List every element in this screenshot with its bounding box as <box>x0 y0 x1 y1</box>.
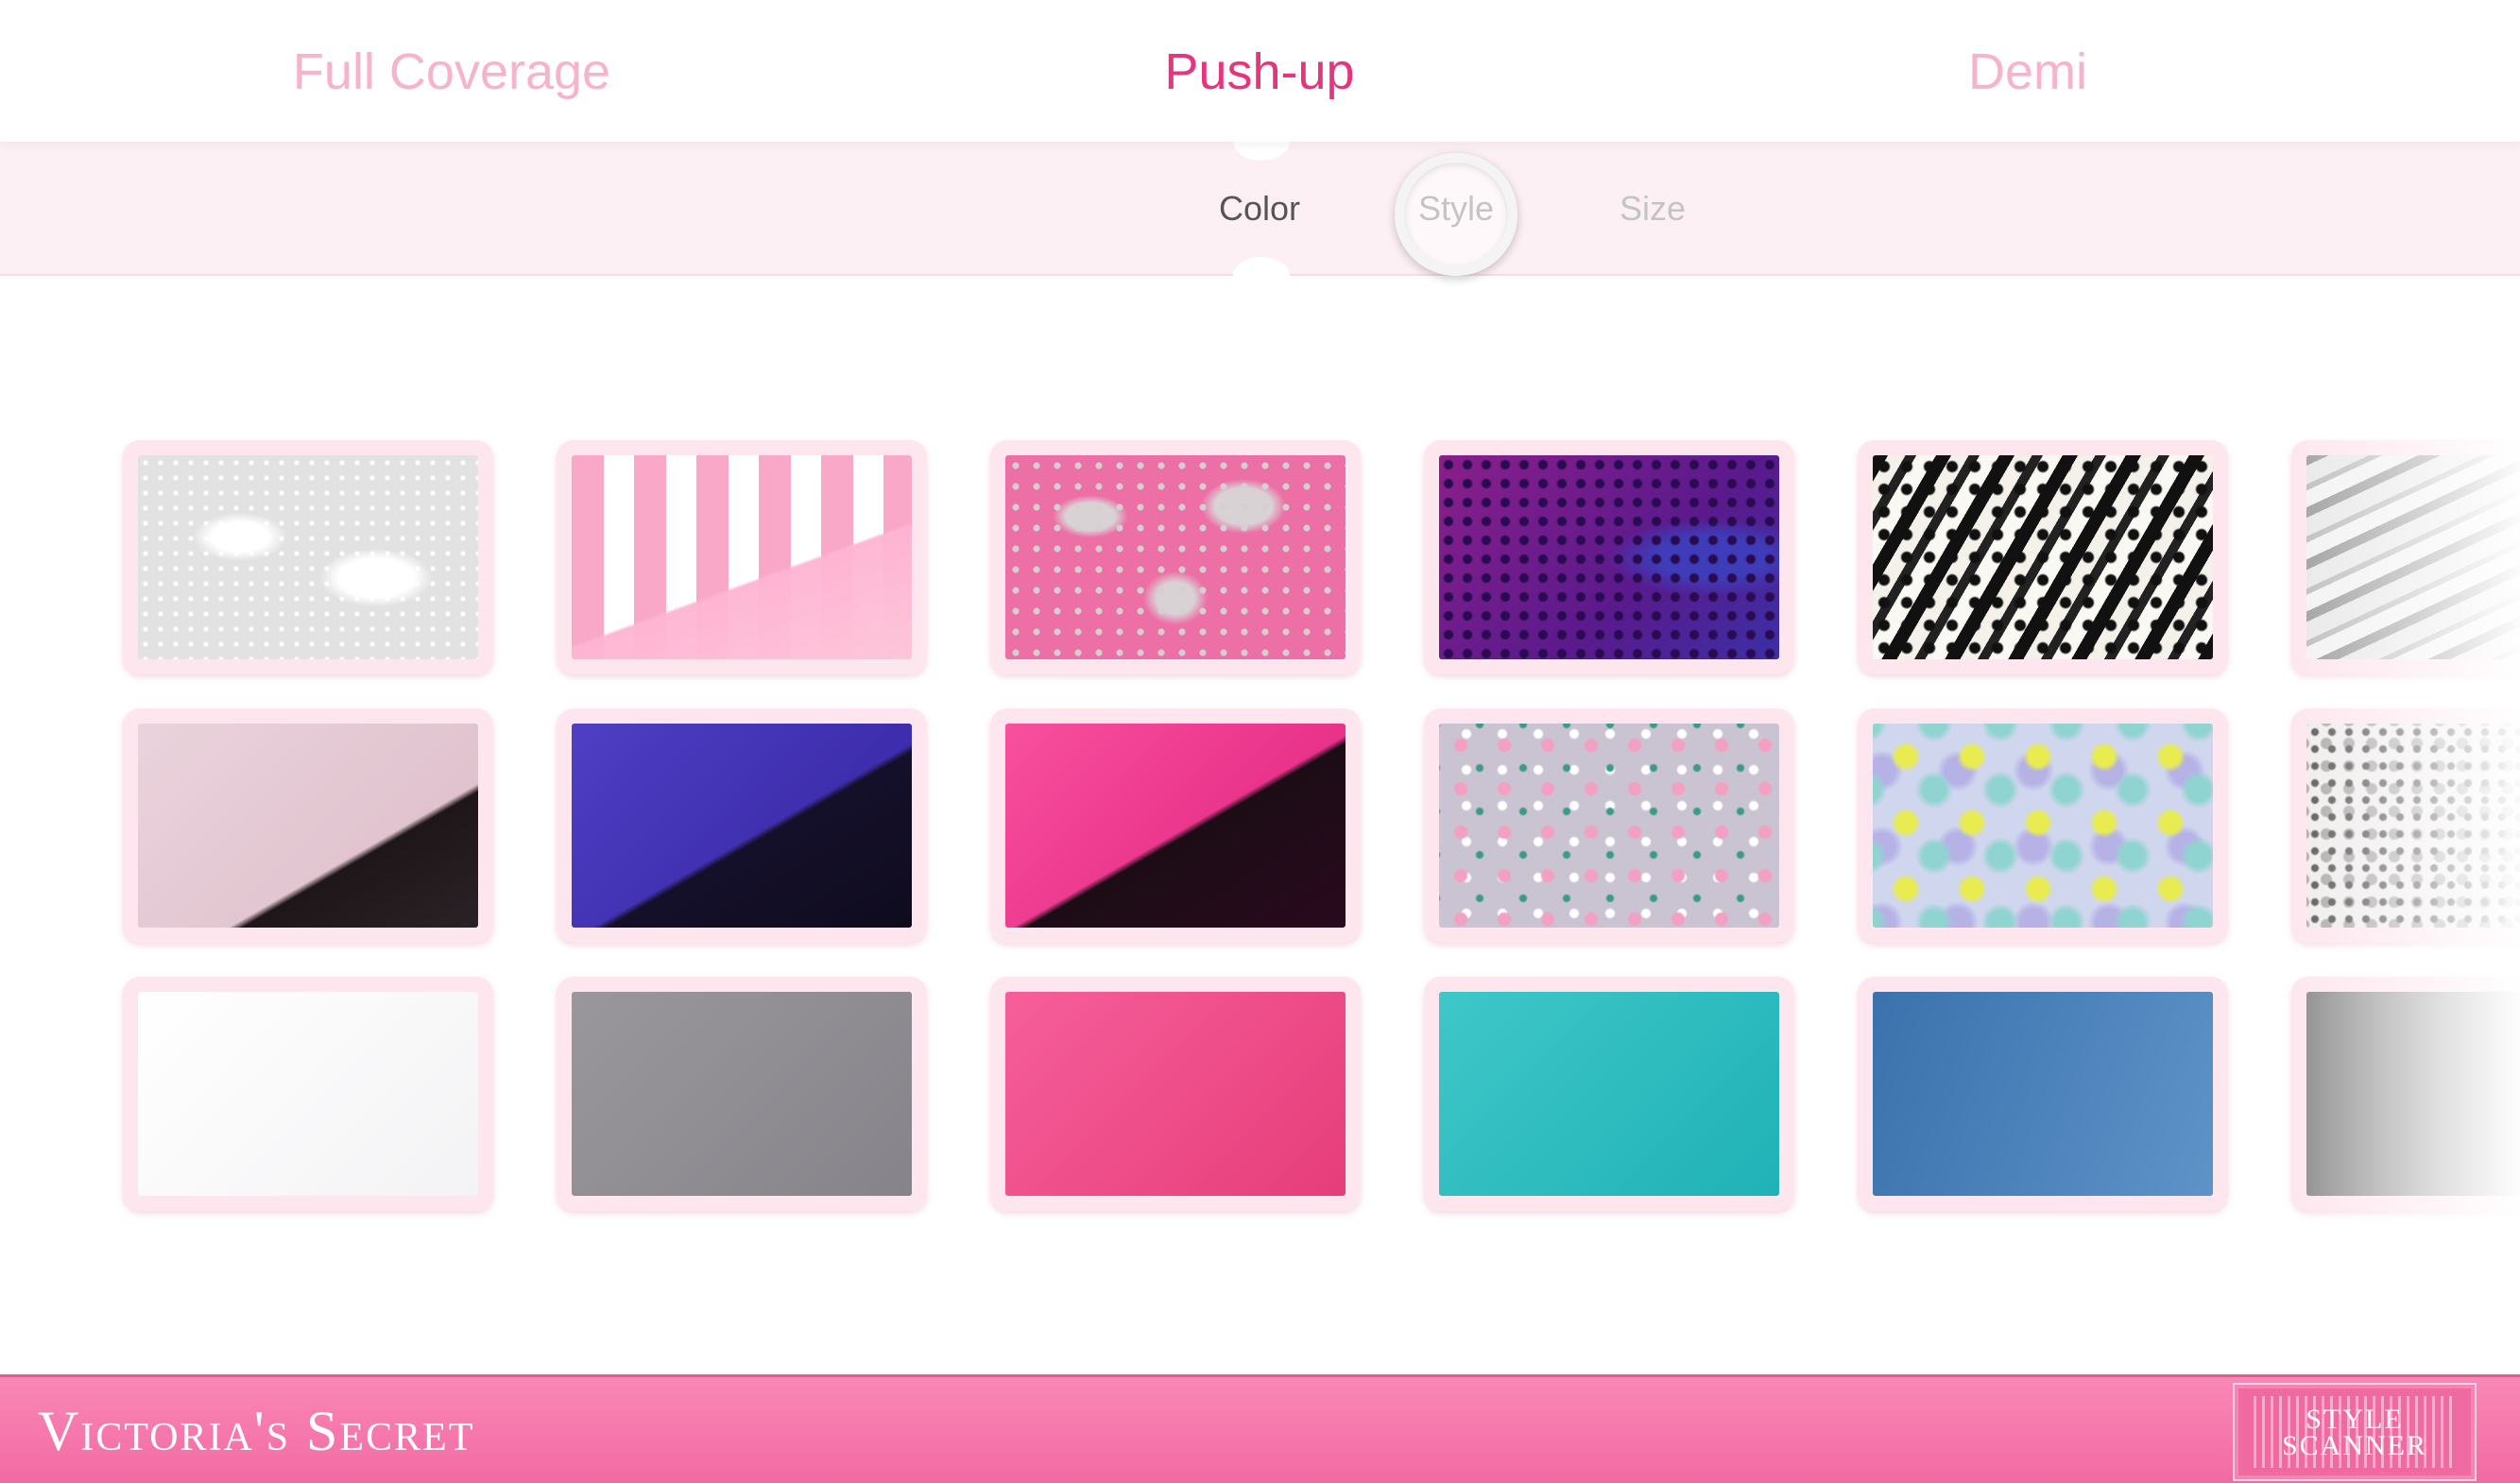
active-indicator-notch-bottom <box>1233 257 1290 295</box>
swatch-purple-lace[interactable] <box>1424 440 1794 674</box>
category-tab-bar: Full Coverage Push-up Demi <box>0 0 2520 142</box>
blush-black-lace-image <box>138 724 478 928</box>
brand-logo: Victoria's Secret <box>38 1400 475 1462</box>
leopard-image <box>2306 724 2520 928</box>
tab-push-up[interactable]: Push-up <box>929 36 1590 108</box>
white-solid-image <box>138 992 478 1196</box>
teal-solid-image <box>1439 992 1779 1196</box>
swatch-grey-solid[interactable] <box>557 977 927 1211</box>
swatch-lavender-floral[interactable] <box>1424 708 1794 943</box>
swatch-silver-zebra[interactable] <box>2291 440 2520 674</box>
style-scanner-button[interactable]: STYLE SCANNER <box>2233 1383 2477 1481</box>
swatch-teal-solid[interactable] <box>1424 977 1794 1211</box>
silver-solid-image <box>2306 992 2520 1196</box>
swatch-purple-black-lace[interactable] <box>557 708 927 943</box>
footer-bar: Victoria's Secret STYLE SCANNER <box>0 1374 2520 1483</box>
hot-pink-black-lace-image <box>1005 724 1346 928</box>
blue-solid-image <box>1873 992 2213 1196</box>
swatch-black-white-paisley[interactable] <box>1858 440 2228 674</box>
swatch-blue-solid[interactable] <box>1858 977 2228 1211</box>
grey-solid-image <box>572 992 912 1196</box>
filter-tab-bar: Color Style Size <box>0 123 2520 295</box>
swatch-hot-pink-black-lace[interactable] <box>990 708 1361 943</box>
swatch-blush-black-lace[interactable] <box>123 708 493 943</box>
purple-black-lace-image <box>572 724 912 928</box>
pastel-floral-image <box>1873 724 2213 928</box>
swatch-white-lace[interactable] <box>123 440 493 674</box>
lavender-floral-image <box>1439 724 1779 928</box>
zebra-image <box>2306 455 2520 659</box>
tab-size[interactable]: Size <box>1558 187 1747 230</box>
tab-full-coverage[interactable]: Full Coverage <box>121 36 782 108</box>
swatch-leopard-print[interactable] <box>2291 708 2520 943</box>
swatch-pastel-floral[interactable] <box>1858 708 2228 943</box>
swatch-white-solid[interactable] <box>123 977 493 1211</box>
swatch-pink-stripe[interactable] <box>557 440 927 674</box>
pink-stripe-image <box>572 455 912 659</box>
purple-lace-image <box>1439 455 1779 659</box>
tab-style[interactable]: Style <box>1362 187 1551 230</box>
pink-grey-lace-image <box>1005 455 1346 659</box>
white-lace-image <box>138 455 478 659</box>
swatch-pink-grey-lace[interactable] <box>990 440 1361 674</box>
swatch-grid <box>0 436 2520 1220</box>
tab-color[interactable]: Color <box>1165 187 1354 230</box>
scanner-label-line2: SCANNER <box>2281 1430 2428 1461</box>
paisley-image <box>1873 455 2213 659</box>
tab-demi[interactable]: Demi <box>1697 36 2358 108</box>
swatch-silver-solid[interactable] <box>2291 977 2520 1211</box>
pink-solid-image <box>1005 992 1346 1196</box>
swatch-pink-solid[interactable] <box>990 977 1361 1211</box>
